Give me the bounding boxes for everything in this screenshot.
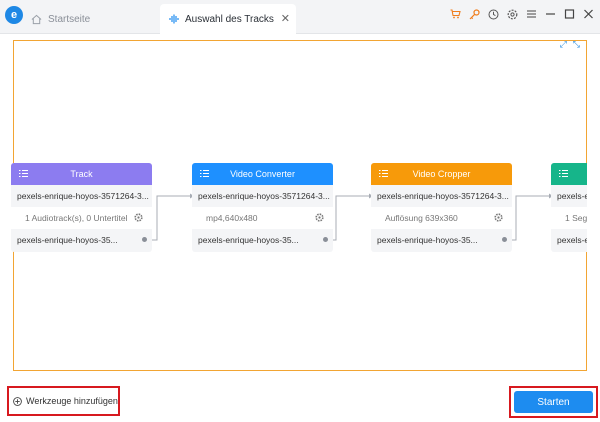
settings-icon[interactable]	[507, 8, 518, 20]
node-options-text: mp4,640x480	[206, 213, 258, 223]
list-icon	[559, 170, 568, 177]
node-output-file: pexels-enrique-hoyos-35...	[17, 235, 118, 245]
node-options-text: Auflösung 639x360	[385, 213, 458, 223]
output-port-icon[interactable]	[502, 237, 507, 242]
minimize-icon[interactable]	[545, 8, 556, 20]
cart-icon[interactable]	[450, 8, 461, 20]
home-icon	[31, 14, 42, 24]
gear-icon[interactable]	[494, 213, 503, 222]
node-clip: pexels-enrique-hoyos-3571264-3... 1 Segm…	[551, 41, 587, 370]
node-header: Video Converter	[192, 163, 333, 185]
node-input-file: pexels-enrique-hoyos-3571264-3...	[198, 191, 330, 201]
node-header: Video Cropper	[371, 163, 512, 185]
node-input-file: pexels-enrique-hoyos-3571264-3...	[557, 191, 587, 201]
node-header: Track	[11, 163, 152, 185]
add-tools-label: Werkzeuge hinzufügen	[26, 396, 118, 406]
list-icon	[200, 170, 209, 177]
start-button[interactable]: Starten	[514, 391, 593, 413]
gear-icon[interactable]	[134, 213, 143, 222]
close-icon[interactable]	[583, 8, 594, 20]
node-video-cropper[interactable]: Video Cropper pexels-enrique-hoyos-35712…	[371, 163, 512, 252]
output-port-icon[interactable]	[323, 237, 328, 242]
node-title: Video Converter	[230, 169, 295, 179]
tab-startseite[interactable]: Startseite	[31, 4, 90, 34]
node-options: mp4,640x480	[192, 207, 333, 229]
node-options: 1 Audiotrack(s), 0 Untertitel	[11, 207, 152, 229]
output-port-icon[interactable]	[142, 237, 147, 242]
maximize-icon[interactable]	[564, 8, 575, 20]
audio-wave-icon	[169, 14, 179, 24]
tab-startseite-label: Startseite	[48, 13, 91, 25]
tab-close-icon[interactable]: ✕	[281, 12, 290, 25]
menu-icon[interactable]	[526, 8, 537, 20]
node-options-text: 1 Segment	[565, 213, 587, 223]
list-icon	[379, 170, 388, 177]
node-partial[interactable]: pexels-enrique-hoyos-3571264-3... 1 Segm…	[551, 163, 587, 252]
node-input-file: pexels-enrique-hoyos-3571264-3...	[377, 191, 509, 201]
tab-auswahl-des-tracks[interactable]: Auswahl des Tracks ✕	[160, 4, 296, 34]
node-header	[551, 163, 587, 185]
gear-icon[interactable]	[315, 213, 324, 222]
add-circle-icon	[13, 396, 22, 406]
node-options-text: 1 Audiotrack(s), 0 Untertitel	[25, 213, 128, 223]
node-input-file: pexels-enrique-hoyos-3571264-3...	[17, 191, 149, 201]
node-video-converter[interactable]: Video Converter pexels-enrique-hoyos-357…	[192, 163, 333, 252]
node-output-file: pexels-enrique-hoyos-35...	[377, 235, 478, 245]
node-options: 1 Segment	[551, 207, 587, 229]
node-output-file: pexels-enrique-hoyos-35...	[557, 235, 587, 245]
node-title: Track	[70, 169, 93, 179]
node-options: Auflösung 639x360	[371, 207, 512, 229]
add-tools-button[interactable]: Werkzeuge hinzufügen	[7, 386, 120, 416]
title-bar: e Startseite Auswahl des Tracks ✕	[0, 0, 600, 34]
node-output-file: pexels-enrique-hoyos-35...	[198, 235, 299, 245]
tab-active-label: Auswahl des Tracks	[185, 13, 274, 25]
node-track[interactable]: Track pexels-enrique-hoyos-3571264-3... …	[11, 163, 152, 252]
list-icon	[19, 170, 28, 177]
key-icon[interactable]	[469, 8, 480, 20]
workflow-canvas: ⤢ ⤡ Track pexels-enrique-hoyos-3571264-3…	[11, 39, 587, 371]
app-logo-icon: e	[5, 6, 23, 24]
history-icon[interactable]	[488, 8, 499, 20]
node-title: Video Cropper	[412, 169, 471, 179]
